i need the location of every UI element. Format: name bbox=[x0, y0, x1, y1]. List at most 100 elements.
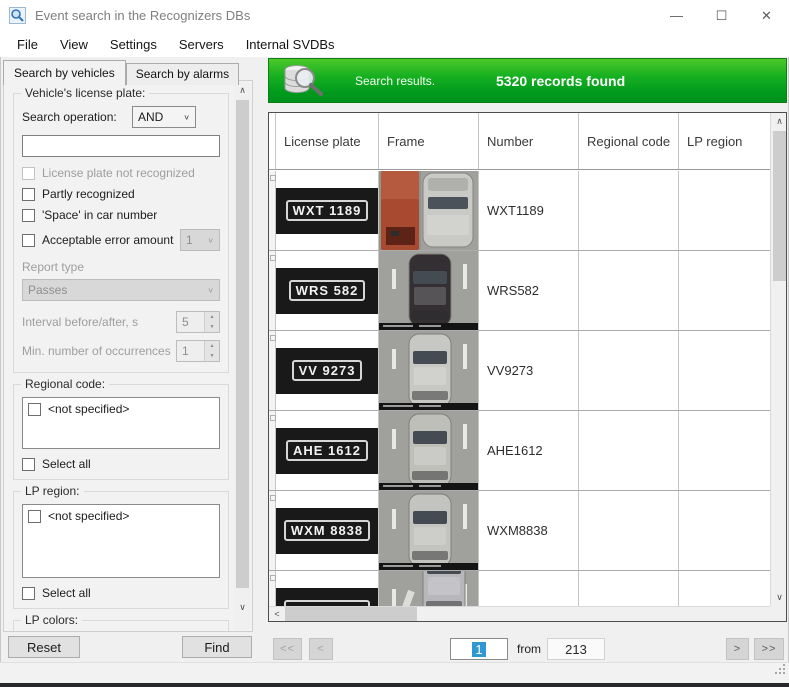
error-amount-select[interactable]: 1 ∨ bbox=[180, 229, 220, 251]
lp-region-cell[interactable] bbox=[679, 251, 770, 330]
vehicle-frame-image[interactable] bbox=[379, 171, 479, 250]
menu-item-servers[interactable]: Servers bbox=[168, 33, 235, 56]
plate-number-cell[interactable]: AHE1612 bbox=[479, 411, 579, 490]
license-plate-image-cell[interactable]: AHE 1612 bbox=[276, 411, 379, 490]
page-number-input[interactable]: 1 bbox=[450, 638, 508, 660]
table-row[interactable]: WRS 582 WRS582 bbox=[269, 251, 770, 331]
spin-down-icon[interactable]: ▼ bbox=[205, 351, 219, 361]
lp-region-not-specified-checkbox[interactable] bbox=[28, 510, 41, 523]
scrollbar-thumb[interactable] bbox=[773, 131, 786, 281]
close-icon[interactable]: ✕ bbox=[744, 0, 789, 31]
row-header[interactable] bbox=[269, 411, 276, 490]
interval-spinner[interactable]: 5 ▲ ▼ bbox=[176, 311, 220, 333]
license-plate-image-cell[interactable]: WXM 8838 bbox=[276, 491, 379, 570]
last-page-button[interactable]: >> bbox=[754, 638, 784, 660]
filter-panel-scrollbar[interactable]: ∧ ∨ bbox=[234, 82, 251, 630]
column-header-license-plate[interactable]: License plate bbox=[276, 113, 379, 169]
column-header-regional-code[interactable]: Regional code bbox=[579, 113, 679, 169]
find-button[interactable]: Find bbox=[182, 636, 252, 658]
table-body: WXT 1189 WXT1189 WRS 582 WRS582 VV 9273 VV927… bbox=[269, 171, 770, 606]
plate-number-cell[interactable]: WXM8838 bbox=[479, 491, 579, 570]
spin-up-icon[interactable]: ▲ bbox=[205, 341, 219, 351]
license-plate-image-cell[interactable]: VV 9273 bbox=[276, 331, 379, 410]
min-occurrences-spinner[interactable]: 1 ▲ ▼ bbox=[176, 340, 220, 362]
report-type-select[interactable]: Passes ∨ bbox=[22, 279, 220, 301]
regional-code-cell[interactable] bbox=[579, 331, 679, 410]
menu-item-internal-svdbs[interactable]: Internal SVDBs bbox=[235, 33, 346, 56]
lp-region-cell[interactable] bbox=[679, 171, 770, 250]
regional-code-cell[interactable] bbox=[579, 411, 679, 490]
title-bar: Event search in the Recognizers DBs — ☐ … bbox=[0, 0, 789, 31]
regional-code-cell[interactable] bbox=[579, 491, 679, 570]
vehicle-frame-image[interactable] bbox=[379, 331, 479, 410]
regional-code-cell[interactable] bbox=[579, 571, 679, 606]
plate-search-input[interactable] bbox=[22, 135, 220, 157]
column-header-number[interactable]: Number bbox=[479, 113, 579, 169]
spin-down-icon[interactable]: ▼ bbox=[205, 322, 219, 332]
row-header[interactable] bbox=[269, 171, 276, 250]
scroll-left-icon[interactable]: < bbox=[269, 607, 285, 621]
row-header[interactable] bbox=[269, 491, 276, 570]
resize-grip[interactable] bbox=[774, 662, 786, 680]
regional-code-list[interactable]: <not specified> bbox=[22, 397, 220, 449]
plate-number-cell[interactable]: WXT1189 bbox=[479, 171, 579, 250]
license-plate-image-cell[interactable]: WBA 4888 bbox=[276, 571, 379, 606]
license-plate-image-cell[interactable]: WRS 582 bbox=[276, 251, 379, 330]
lp-region-cell[interactable] bbox=[679, 491, 770, 570]
row-header[interactable] bbox=[269, 331, 276, 410]
license-plate-image-cell[interactable]: WXT 1189 bbox=[276, 171, 379, 250]
row-header[interactable] bbox=[269, 571, 276, 606]
error-amount-checkbox[interactable] bbox=[22, 234, 35, 247]
vehicle-frame-image[interactable] bbox=[379, 411, 479, 490]
not-recognized-checkbox[interactable] bbox=[22, 167, 35, 180]
lp-region-cell[interactable] bbox=[679, 331, 770, 410]
scroll-down-icon[interactable]: ∨ bbox=[771, 589, 788, 606]
spin-up-icon[interactable]: ▲ bbox=[205, 312, 219, 322]
window-controls: — ☐ ✕ bbox=[654, 0, 789, 31]
reset-button[interactable]: Reset bbox=[8, 636, 80, 658]
regional-not-specified-checkbox[interactable] bbox=[28, 403, 41, 416]
table-horizontal-scrollbar[interactable]: < bbox=[269, 606, 770, 621]
lp-region-list[interactable]: <not specified> bbox=[22, 504, 220, 578]
scroll-down-icon[interactable]: ∨ bbox=[234, 599, 251, 616]
partly-recognized-checkbox[interactable] bbox=[22, 188, 35, 201]
column-header-lp-region[interactable]: LP region bbox=[679, 113, 770, 169]
table-row[interactable]: WBA 4888 WBA4888 bbox=[269, 571, 770, 606]
row-header[interactable] bbox=[269, 251, 276, 330]
column-header-frame[interactable]: Frame bbox=[379, 113, 479, 169]
vehicle-frame-image[interactable] bbox=[379, 251, 479, 330]
regional-code-cell[interactable] bbox=[579, 171, 679, 250]
table-row[interactable]: WXT 1189 WXT1189 bbox=[269, 171, 770, 251]
plate-number-cell[interactable]: WRS582 bbox=[479, 251, 579, 330]
search-operation-select[interactable]: AND ∨ bbox=[132, 106, 196, 128]
regional-code-cell[interactable] bbox=[579, 251, 679, 330]
plate-number-cell[interactable]: WBA4888 bbox=[479, 571, 579, 606]
maximize-icon[interactable]: ☐ bbox=[699, 0, 744, 31]
scrollbar-thumb[interactable] bbox=[285, 607, 417, 621]
table-vertical-scrollbar[interactable]: ∧ ∨ bbox=[770, 113, 786, 606]
menu-item-file[interactable]: File bbox=[6, 33, 49, 56]
vehicle-frame-image[interactable] bbox=[379, 491, 479, 570]
lp-region-select-all-checkbox[interactable] bbox=[22, 587, 35, 600]
table-row[interactable]: WXM 8838 WXM8838 bbox=[269, 491, 770, 571]
plate-number-cell[interactable]: VV9273 bbox=[479, 331, 579, 410]
lp-region-cell[interactable] bbox=[679, 411, 770, 490]
menu-item-settings[interactable]: Settings bbox=[99, 33, 168, 56]
tab-search-by-vehicles[interactable]: Search by vehicles bbox=[3, 60, 126, 86]
regional-select-all-checkbox[interactable] bbox=[22, 458, 35, 471]
space-in-number-checkbox[interactable] bbox=[22, 209, 35, 222]
lp-region-cell[interactable] bbox=[679, 571, 770, 606]
prev-page-button[interactable]: < bbox=[309, 638, 333, 660]
scroll-up-icon[interactable]: ∧ bbox=[771, 113, 788, 130]
min-occurrences-label: Min. number of occurrences bbox=[22, 344, 171, 358]
first-page-button[interactable]: << bbox=[273, 638, 302, 660]
space-in-number-label: 'Space' in car number bbox=[42, 208, 157, 222]
scrollbar-thumb[interactable] bbox=[236, 100, 249, 588]
menu-item-view[interactable]: View bbox=[49, 33, 99, 56]
vehicle-frame-image[interactable] bbox=[379, 571, 479, 606]
table-row[interactable]: VV 9273 VV9273 bbox=[269, 331, 770, 411]
minimize-icon[interactable]: — bbox=[654, 0, 699, 31]
tab-search-by-alarms[interactable]: Search by alarms bbox=[126, 63, 239, 85]
next-page-button[interactable]: > bbox=[726, 638, 749, 660]
table-row[interactable]: AHE 1612 AHE1612 bbox=[269, 411, 770, 491]
